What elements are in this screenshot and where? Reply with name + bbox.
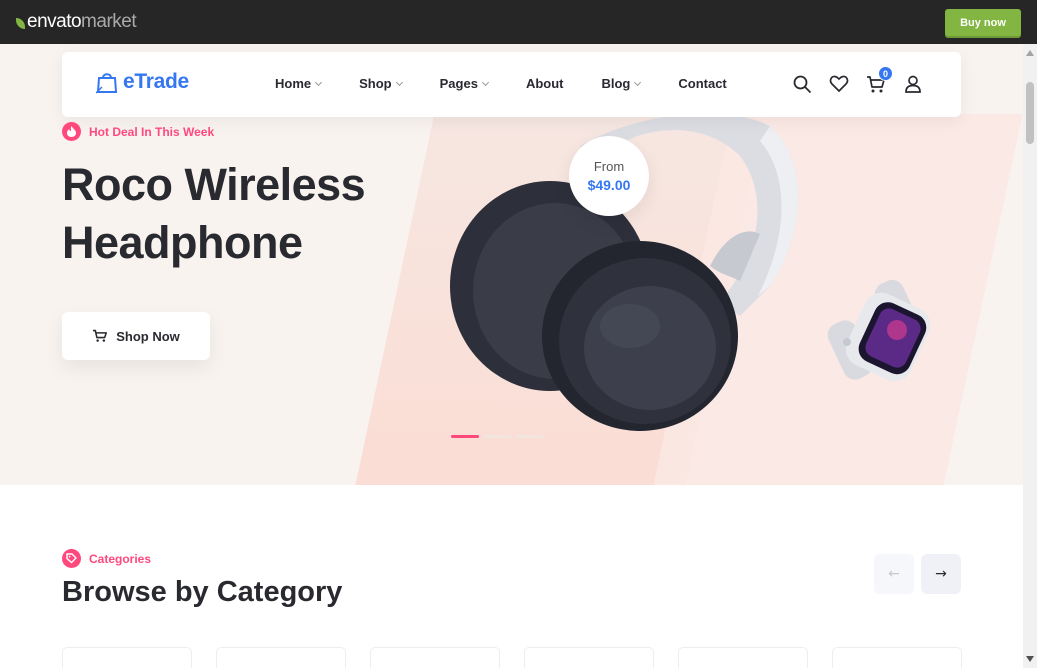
- chevron-down-icon: [395, 78, 403, 86]
- price-badge: From $49.00: [569, 136, 649, 216]
- next-arrow-button[interactable]: →: [921, 554, 961, 594]
- logo-text: eTrade: [123, 70, 189, 93]
- nav-label: Home: [275, 76, 312, 91]
- buy-now-button[interactable]: Buy now: [945, 9, 1021, 36]
- shop-now-label: Shop Now: [116, 328, 180, 344]
- nav-label: Contact: [678, 76, 727, 91]
- categories-subtitle-text: Categories: [89, 551, 152, 566]
- chevron-down-icon: [634, 78, 642, 86]
- envato-brand-text: envato: [27, 11, 82, 32]
- slider-dot-3[interactable]: [515, 435, 543, 438]
- scroll-up-arrow-icon[interactable]: [1026, 50, 1034, 56]
- shop-now-button[interactable]: Shop Now: [62, 312, 210, 360]
- category-card[interactable]: [678, 647, 808, 668]
- cart-icon[interactable]: 0: [866, 66, 893, 94]
- hero-title-line1: Roco Wireless: [62, 159, 366, 210]
- page-viewport: eTrade Home Shop Pages About Blog Contac…: [0, 44, 1023, 668]
- price-value: $49.00: [587, 177, 631, 193]
- header-actions: 0: [792, 66, 940, 94]
- section-title: Browse by Category: [62, 576, 343, 608]
- envato-market-text: market: [81, 11, 137, 32]
- nav-label: Shop: [359, 76, 392, 91]
- cart-icon: [93, 329, 108, 342]
- scroll-down-arrow-icon[interactable]: [1026, 656, 1034, 662]
- slider-dot-1[interactable]: [451, 435, 479, 438]
- scrollbar-thumb[interactable]: [1026, 82, 1034, 144]
- tag-icon: [62, 549, 81, 568]
- hero-section: eTrade Home Shop Pages About Blog Contac…: [0, 44, 1023, 485]
- main-navigation: Home Shop Pages About Blog Contact: [275, 76, 765, 91]
- envato-leaf-icon: [16, 18, 25, 29]
- category-card[interactable]: [62, 647, 192, 668]
- site-logo[interactable]: eTrade: [96, 70, 189, 94]
- chevron-down-icon: [315, 78, 323, 86]
- nav-label: Pages: [439, 76, 478, 91]
- hot-deal-text: Hot Deal In This Week: [89, 124, 215, 139]
- nav-label: About: [525, 76, 564, 91]
- smartwatch-product-image: [827, 280, 931, 382]
- hero-title-line2: Headphone: [62, 217, 303, 268]
- chevron-down-icon: [481, 78, 489, 86]
- envato-logo[interactable]: envato market: [16, 11, 137, 33]
- fire-icon: [62, 122, 81, 141]
- cart-count-badge: 0: [878, 66, 893, 81]
- category-card[interactable]: [370, 647, 500, 668]
- nav-item-home[interactable]: Home: [275, 76, 323, 91]
- slider-dot-2[interactable]: [483, 435, 511, 438]
- slider-dots: [451, 435, 547, 438]
- category-card[interactable]: [216, 647, 346, 668]
- shopping-bag-logo-icon: [96, 73, 118, 94]
- prev-arrow-button[interactable]: ←: [874, 554, 914, 594]
- envato-top-bar: envato market Buy now: [0, 0, 1037, 44]
- nav-item-pages[interactable]: Pages: [439, 76, 489, 91]
- nav-item-about[interactable]: About: [526, 76, 564, 91]
- hot-deal-tag: Hot Deal In This Week: [62, 122, 214, 141]
- nav-item-contact[interactable]: Contact: [678, 76, 726, 91]
- heart-icon[interactable]: [829, 74, 849, 94]
- nav-label: Blog: [601, 76, 631, 91]
- category-card[interactable]: [832, 647, 962, 668]
- categories-subtitle: Categories: [62, 549, 151, 568]
- nav-item-blog[interactable]: Blog: [601, 76, 642, 91]
- user-icon[interactable]: [903, 74, 923, 94]
- search-icon[interactable]: [792, 74, 812, 94]
- price-from-label: From: [593, 159, 625, 174]
- vertical-scrollbar[interactable]: [1023, 44, 1037, 668]
- nav-item-shop[interactable]: Shop: [359, 76, 403, 91]
- site-header: eTrade Home Shop Pages About Blog Contac…: [62, 52, 961, 117]
- hero-title: Roco Wireless Headphone: [62, 156, 422, 272]
- category-card[interactable]: [524, 647, 654, 668]
- category-cards: [62, 647, 986, 668]
